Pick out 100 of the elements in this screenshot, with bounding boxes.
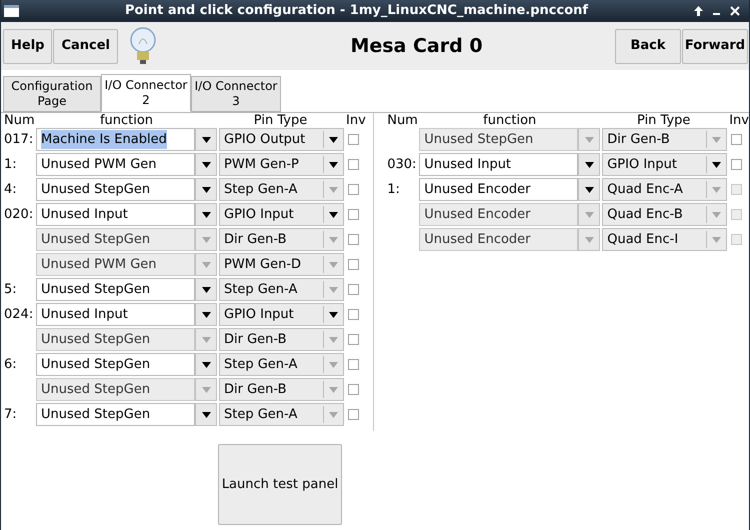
dropdown-arrow-icon — [202, 262, 210, 268]
column-header: Num — [3, 114, 36, 126]
function-field[interactable]: Machine Is Enabled — [36, 128, 195, 151]
invert-checkbox[interactable] — [348, 309, 359, 320]
function-field[interactable]: Unused StepGen — [36, 178, 195, 201]
function-field[interactable]: Unused StepGen — [36, 403, 195, 426]
pin-type-dropdown[interactable]: GPIO Input — [219, 303, 344, 326]
dropdown-arrow-icon — [202, 312, 210, 318]
pin-type-dropdown[interactable]: Dir Gen-B — [219, 378, 344, 401]
dropdown-button[interactable] — [195, 153, 217, 176]
close-icon[interactable] — [730, 6, 740, 16]
invert-checkbox[interactable] — [348, 209, 359, 220]
tab[interactable]: I/O Connector 2 — [101, 74, 191, 112]
dropdown-button[interactable] — [195, 178, 217, 201]
dropdown-arrow-icon — [202, 212, 210, 218]
invert-checkbox[interactable] — [348, 359, 359, 370]
tab[interactable]: I/O Connector 3 — [191, 76, 281, 112]
pin-number: 1: — [3, 156, 18, 174]
pin-number: 4: — [3, 180, 18, 199]
page-heading: Mesa Card 0 — [349, 34, 484, 59]
column-header: function — [482, 114, 538, 126]
dropdown-button[interactable] — [195, 203, 217, 226]
pin-type-dropdown[interactable]: GPIO Output — [219, 128, 344, 151]
dropdown-button[interactable] — [195, 353, 217, 376]
dropdown-arrow-icon — [584, 236, 594, 242]
invert-checkbox[interactable] — [348, 409, 359, 420]
pin-type-dropdown[interactable]: PWM Gen-D — [219, 253, 344, 276]
window-icon — [4, 5, 19, 17]
header-button[interactable]: Cancel — [53, 28, 118, 64]
dropdown-button[interactable] — [195, 128, 217, 151]
dropdown-button[interactable] — [195, 403, 217, 426]
dropdown-arrow-icon — [202, 136, 210, 142]
pin-type-dropdown[interactable]: Dir Gen-B — [219, 328, 344, 351]
dropdown-arrow-icon — [584, 186, 594, 192]
dropdown-arrow-icon — [202, 412, 210, 418]
pin-number: 6: — [3, 356, 18, 374]
column-header: Pin Type — [252, 114, 308, 126]
dropdown-arrow-icon — [202, 336, 210, 342]
pin-number: 1: — [386, 180, 401, 199]
pin-number: 017: — [3, 130, 34, 149]
dropdown-arrow-icon — [202, 286, 210, 292]
invert-checkbox[interactable] — [348, 384, 359, 395]
invert-checkbox[interactable] — [731, 159, 742, 170]
dropdown-arrow-icon — [584, 212, 594, 218]
dropdown-arrow-icon — [584, 136, 594, 142]
function-field[interactable]: Unused Input — [36, 303, 195, 326]
invert-checkbox[interactable] — [348, 134, 359, 145]
pin-type-dropdown[interactable]: Step Gen-A — [219, 353, 344, 376]
dropdown-button[interactable] — [578, 178, 600, 201]
pin-number: 7: — [3, 406, 18, 424]
invert-checkbox[interactable] — [348, 234, 359, 245]
invert-checkbox[interactable] — [731, 134, 742, 145]
pin-number: 030: — [386, 156, 418, 174]
dropdown-button[interactable] — [578, 153, 600, 176]
pin-type-dropdown[interactable]: Step Gen-A — [219, 278, 344, 301]
lightbulb-icon — [128, 26, 158, 66]
pin-number: 5: — [3, 280, 18, 299]
column-header: Num — [386, 114, 419, 126]
header-button[interactable]: Back — [615, 28, 681, 64]
dropdown-button[interactable] — [195, 278, 217, 301]
pin-type-dropdown[interactable]: PWM Gen-P — [219, 153, 344, 176]
column-header: Pin Type — [636, 114, 692, 126]
header-button[interactable]: Help — [3, 28, 52, 64]
dropdown-button[interactable] — [195, 303, 217, 326]
invert-checkbox[interactable] — [348, 159, 359, 170]
dropdown-arrow-icon — [584, 162, 594, 168]
function-field[interactable]: Unused StepGen — [36, 278, 195, 301]
dropdown-arrow-icon — [202, 162, 210, 168]
pin-number: 024: — [3, 306, 34, 324]
pin-type-dropdown[interactable]: Dir Gen-B — [602, 128, 728, 151]
function-field[interactable]: Unused Input — [419, 153, 578, 176]
invert-checkbox[interactable] — [348, 259, 359, 270]
function-field[interactable]: Unused PWM Gen — [36, 153, 195, 176]
dropdown-arrow-icon — [202, 362, 210, 368]
tab[interactable]: Configuration Page — [3, 76, 101, 112]
function-field[interactable]: Unused StepGen — [36, 353, 195, 376]
dropdown-arrow-icon — [202, 186, 210, 192]
pin-type-dropdown[interactable]: GPIO Input — [219, 203, 344, 226]
pin-type-dropdown[interactable]: Quad Enc-A — [602, 178, 728, 201]
pin-type-dropdown[interactable]: Quad Enc-I — [602, 228, 728, 251]
column-header: Inv — [729, 114, 749, 126]
window-title: Point and click configuration - 1my_LinuxCNC_machine.pncconf — [124, 2, 590, 20]
pin-type-dropdown[interactable]: GPIO Input — [602, 153, 728, 176]
header-button[interactable]: Forward — [682, 28, 748, 64]
column-header: Inv — [346, 114, 366, 126]
invert-checkbox[interactable] — [348, 184, 359, 195]
pin-number: 020: — [3, 206, 34, 224]
function-field[interactable]: Unused Input — [36, 203, 195, 226]
column-header: function — [98, 114, 154, 126]
pin-type-dropdown[interactable]: Step Gen-A — [219, 403, 344, 426]
pin-type-dropdown[interactable]: Step Gen-A — [219, 178, 344, 201]
pin-type-dropdown[interactable]: Quad Enc-B — [602, 203, 728, 226]
dropdown-arrow-icon — [202, 386, 210, 392]
pin-type-dropdown[interactable]: Dir Gen-B — [219, 228, 344, 251]
dropdown-arrow-icon — [202, 236, 210, 242]
function-field[interactable]: Unused Encoder — [419, 178, 578, 201]
invert-checkbox[interactable] — [348, 284, 359, 295]
launch-test-panel-button[interactable]: Launch test panel — [218, 444, 342, 525]
maximize-icon[interactable] — [694, 6, 703, 16]
invert-checkbox[interactable] — [348, 334, 359, 345]
